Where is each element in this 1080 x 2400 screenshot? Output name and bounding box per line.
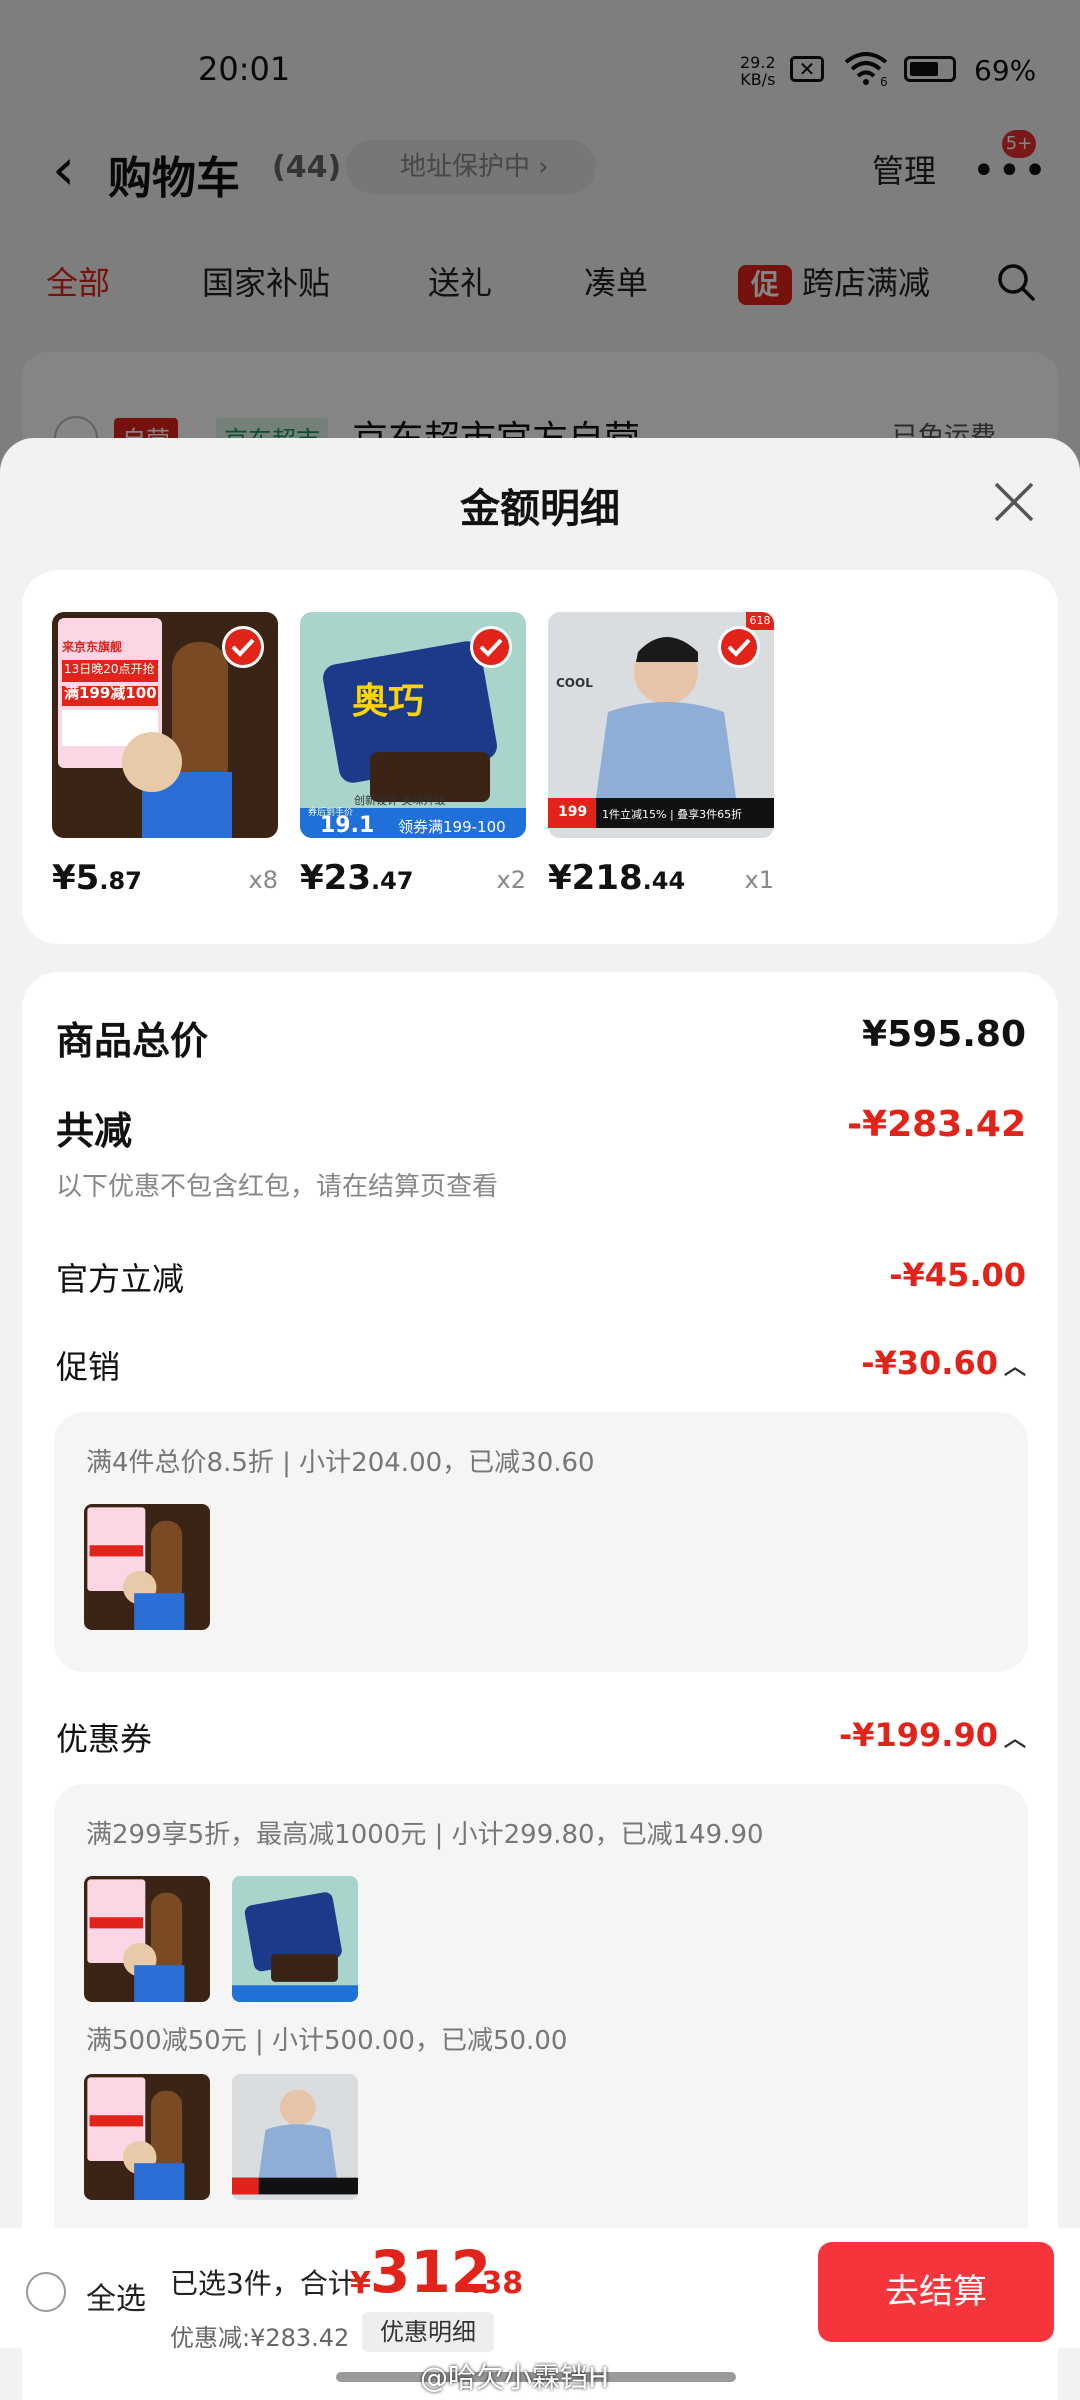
selected-products: 来京东旗舰 13日晚20点开抢 满199减100 4件8.5折 ¥5.87 x8… [22, 570, 1058, 944]
coupon-detail-text-2: 满500减50元 | 小计500.00，已减50.00 [86, 2026, 568, 2056]
promo-line: 满199减100 [64, 684, 157, 702]
feature-caption: 创新设计 美味升级 [354, 794, 446, 807]
total-reduce-value: -¥283.42 [847, 1104, 1026, 1145]
checkout-bar: 全选 已选3件，合计: ¥ 312 .38 优惠减:¥283.42 优惠明细 去… [0, 2228, 1080, 2352]
product-qty: x1 [744, 866, 774, 894]
thumb-icecream [84, 2074, 210, 2200]
price-int: ¥5 [52, 858, 100, 898]
promo-line: 13日晚20点开抢 [64, 662, 155, 676]
product-price: ¥218.44 [548, 858, 685, 898]
corner-tag: 618 [746, 612, 774, 630]
select-all-radio[interactable] [26, 2272, 66, 2312]
sheet-title: 金额明细 [460, 486, 620, 532]
total-amount-dec: .38 [470, 2266, 524, 2301]
promotion-value: -¥30.60 [861, 1344, 998, 1382]
caption-coupon: 领券满199-100 [398, 818, 506, 836]
chevron-up-icon: ︿ [1003, 1727, 1026, 1752]
product-image-polo: 618 COOL 199 1件立减15% | 叠享3件65折 [548, 612, 774, 838]
total-price-label: 商品总价 [56, 1019, 209, 1063]
amount-detail-sheet: 金额明细 来京东旗舰 13日晚20点开抢 满199减100 4件8.5折 ¥5.… [0, 438, 1080, 2400]
total-reduce-label: 共减 [56, 1109, 133, 1153]
watermark: @哈欠小霖铛H [420, 2361, 610, 2394]
amount-detail-card: 商品总价 ¥595.80 共减 -¥283.42 以下优惠不包含红包，请在结算页… [22, 972, 1058, 2400]
reduce-note: 以下优惠不包含红包，请在结算页查看 [56, 1172, 499, 1202]
thumb-icecream [84, 1876, 210, 2002]
official-discount-label: 官方立减 [56, 1260, 185, 1298]
product-qty: x8 [248, 866, 278, 894]
price-dec: .44 [642, 867, 686, 895]
promotion-detail-text: 满4件总价8.5折 | 小计204.00，已减30.60 [86, 1448, 595, 1478]
caption-price: 19.1 [320, 813, 375, 838]
discount-detail-button[interactable]: 优惠明细 [362, 2312, 494, 2352]
promo-line: 来京东旗舰 [62, 640, 123, 654]
checkout-button[interactable]: 去结算 [818, 2242, 1054, 2342]
product-image-icecream: 来京东旗舰 13日晚20点开抢 满199减100 4件8.5折 [52, 612, 278, 838]
price-dec: .87 [99, 867, 142, 895]
product-item[interactable]: 来京东旗舰 13日晚20点开抢 满199减100 4件8.5折 ¥5.87 x8 [52, 612, 278, 898]
price-int: ¥23 [300, 858, 371, 898]
coupon-value-toggle[interactable]: -¥199.90 ︿ [839, 1716, 1026, 1754]
promotion-value-toggle[interactable]: -¥30.60 ︿ [861, 1344, 1026, 1382]
caption-text: 1件立减15% | 叠享3件65折 [602, 808, 743, 821]
promotion-detail-box: 满4件总价8.5折 | 小计204.00，已减30.60 [54, 1412, 1028, 1672]
discount-summary: 优惠减:¥283.42 [170, 2324, 350, 2352]
coupon-detail-text-1: 满299享5折，最高减1000元 | 小计299.80，已减149.90 [86, 1820, 764, 1850]
selected-summary: 已选3件，合计: [170, 2267, 366, 2300]
selected-check-icon[interactable] [470, 626, 512, 668]
product-item[interactable]: 奥巧 创新设计 美味升级 券后到手价 19.1 领券满199-100 ¥23.4… [300, 612, 526, 898]
product-price: ¥23.47 [300, 858, 414, 898]
caption-price: 199 [558, 804, 588, 820]
thumb-polo [232, 2074, 358, 2200]
coupon-detail-box: 满299享5折，最高减1000元 | 小计299.80，已减149.90 满50… [54, 1784, 1028, 2284]
close-icon[interactable] [992, 480, 1036, 524]
total-currency: ¥ [350, 2266, 371, 2301]
thumb-icecream [84, 1504, 210, 1630]
brand-label: 奥巧 [352, 681, 425, 722]
product-qty: x2 [496, 866, 526, 894]
total-price-value: ¥595.80 [862, 1014, 1026, 1055]
promotion-label: 促销 [56, 1348, 121, 1386]
thumb-aoqiao [232, 1876, 358, 2002]
product-item[interactable]: 618 COOL 199 1件立减15% | 叠享3件65折 ¥218.44 x… [548, 612, 774, 898]
coupon-label: 优惠券 [56, 1720, 153, 1758]
price-int: ¥218 [548, 858, 643, 898]
price-dec: .47 [370, 867, 414, 895]
coupon-value: -¥199.90 [838, 1716, 998, 1754]
product-image-aoqiao: 奥巧 创新设计 美味升级 券后到手价 19.1 领券满199-100 [300, 612, 526, 838]
caption-brand: COOL [556, 676, 593, 690]
product-price: ¥5.87 [52, 858, 142, 898]
chevron-up-icon: ︿ [1003, 1355, 1026, 1380]
selected-check-icon[interactable] [222, 626, 264, 668]
official-discount-value: -¥45.00 [889, 1256, 1026, 1294]
selected-check-icon[interactable] [718, 626, 760, 668]
promo-line: 4件8.5折 [64, 708, 132, 726]
select-all-label[interactable]: 全选 [86, 2274, 146, 2318]
